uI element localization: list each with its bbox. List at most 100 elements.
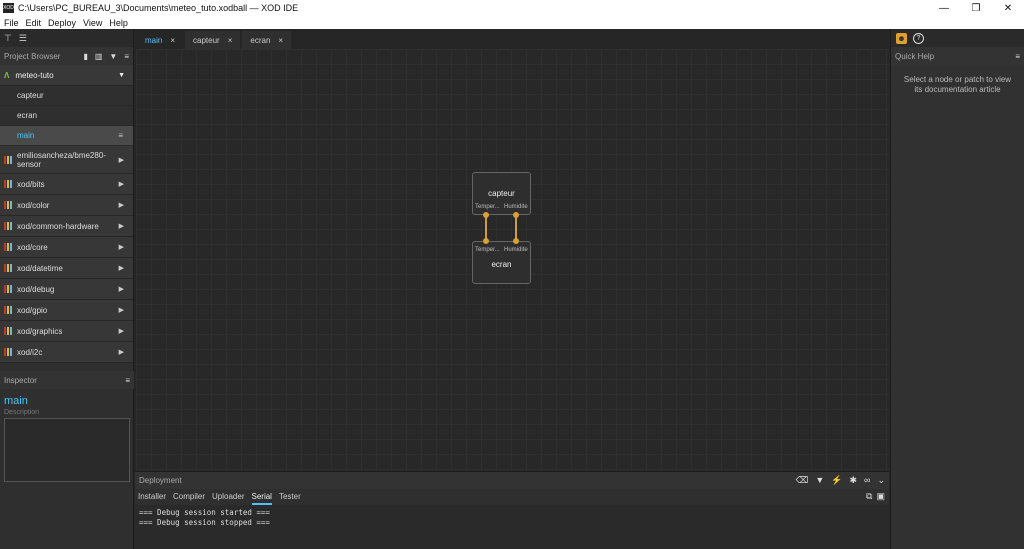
expand-arrow-icon[interactable]: ▶	[119, 327, 124, 335]
quick-help-title: Quick Help	[895, 51, 935, 61]
library-icon	[4, 264, 13, 272]
filter-icon[interactable]: ▼	[815, 475, 824, 486]
pin-label-humidite: Humidite	[504, 204, 528, 210]
library-item[interactable]: xod/bits ▶	[0, 174, 133, 195]
description-label: Description	[4, 409, 40, 416]
expand-arrow-icon[interactable]: ▶	[119, 222, 124, 230]
library-item[interactable]: xod/datetime ▶	[0, 258, 133, 279]
window-title: C:\Users\PC_BUREAU_3\Documents\meteo_tut…	[18, 3, 299, 13]
menu-view[interactable]: View	[83, 18, 102, 28]
menu-file[interactable]: File	[4, 18, 19, 28]
library-item[interactable]: xod/graphics ▶	[0, 321, 133, 342]
left-sidebar: ⊤ ☰ Project Browser ▮ ▥ ▼ ≡ Λ meteo-tuto…	[0, 29, 134, 549]
new-patch-icon[interactable]: ▮	[83, 52, 87, 61]
panel-menu-icon[interactable]: ≡	[124, 52, 129, 61]
collapse-chevron-icon[interactable]: ⌄	[877, 475, 885, 486]
window-titlebar: XOD C:\Users\PC_BUREAU_3\Documents\meteo…	[0, 0, 1024, 16]
node-label: capteur	[488, 189, 515, 198]
input-pin[interactable]	[513, 238, 519, 244]
tab-uploader[interactable]: Uploader	[212, 489, 244, 505]
tab-compiler[interactable]: Compiler	[173, 489, 205, 505]
node-ecran[interactable]: ecran Temper... Humidite	[472, 241, 531, 284]
add-library-icon[interactable]: ▥	[95, 52, 103, 61]
expand-arrow-icon[interactable]: ▶	[119, 156, 124, 164]
deployment-header: Deployment ⌫ ▼ ⚡ ✱ ∞ ⌄	[135, 472, 889, 489]
quick-help-text: Select a node or patch to view its docum…	[903, 75, 1012, 94]
tab-main[interactable]: main ×	[137, 31, 184, 49]
expand-arrow-icon[interactable]: ▶	[119, 348, 124, 356]
patch-item-capteur[interactable]: capteur	[0, 86, 133, 106]
close-tab-icon[interactable]: ×	[228, 36, 233, 45]
library-item[interactable]: xod/i2c ▶	[0, 342, 133, 363]
copy-log-icon[interactable]: ⧉	[866, 491, 872, 502]
expand-arrow-icon[interactable]: ▶	[119, 285, 124, 293]
project-tree-icon[interactable]: ⊤	[4, 33, 12, 43]
library-icon	[4, 306, 13, 314]
library-icon	[4, 285, 13, 293]
expand-arrow-icon[interactable]: ▶	[119, 180, 124, 188]
library-item[interactable]: xod/gpio ▶	[0, 300, 133, 321]
project-item[interactable]: Λ meteo-tuto ▼	[0, 65, 133, 86]
quick-help-menu-icon[interactable]: ≡	[1015, 52, 1020, 61]
menu-bar: File Edit Deploy View Help	[0, 16, 1024, 29]
settings-sliders-icon[interactable]: ☰	[19, 33, 27, 43]
patch-item-ecran[interactable]: ecran	[0, 106, 133, 126]
output-pin[interactable]	[513, 212, 519, 218]
clear-log-icon[interactable]: ⌫	[796, 475, 809, 486]
user-icon[interactable]: ☻	[896, 32, 907, 44]
inspector-panel: Inspector ≡ main Description	[0, 371, 134, 484]
filter-icon[interactable]: ▼	[109, 52, 117, 61]
close-window-button[interactable]: ✕	[992, 0, 1024, 16]
inspector-patch-name: main	[4, 395, 28, 407]
library-icon	[4, 222, 13, 230]
expand-arrow-icon[interactable]: ▶	[119, 306, 124, 314]
help-icon[interactable]: ?	[913, 32, 924, 44]
console-line: === Debug session started ===	[139, 508, 270, 517]
pin-label-humidite: Humidite	[504, 247, 528, 253]
right-sidebar: ☻ ? Quick Help ≡ Select a node or patch …	[890, 29, 1024, 549]
deployment-title: Deployment	[139, 476, 182, 485]
output-pin[interactable]	[483, 212, 489, 218]
node-capteur[interactable]: capteur Temper... Humidite	[472, 172, 531, 215]
patch-canvas[interactable]: capteur Temper... Humidite ecran Temper.…	[136, 49, 889, 471]
menu-edit[interactable]: Edit	[26, 18, 42, 28]
input-pin[interactable]	[483, 238, 489, 244]
project-browser-title: Project Browser	[4, 51, 61, 61]
close-tab-icon[interactable]: ×	[278, 36, 283, 45]
link-icon[interactable]: ∞	[864, 475, 870, 486]
inspector-menu-icon[interactable]: ≡	[125, 376, 130, 385]
save-log-icon[interactable]: ▣	[876, 491, 885, 502]
collapse-caret-icon[interactable]: ▼	[118, 72, 125, 79]
tab-ecran[interactable]: ecran ×	[242, 31, 292, 49]
patch-menu-icon[interactable]: ≡	[118, 131, 123, 140]
upload-flash-icon[interactable]: ⚡	[831, 475, 842, 486]
menu-help[interactable]: Help	[109, 18, 128, 28]
project-browser-header: Project Browser ▮ ▥ ▼ ≡	[0, 47, 133, 65]
close-tab-icon[interactable]: ×	[170, 36, 175, 45]
tab-capteur[interactable]: capteur ×	[185, 31, 241, 49]
library-icon	[4, 243, 13, 251]
xod-app-icon: XOD	[3, 3, 14, 13]
tab-tester[interactable]: Tester	[279, 489, 301, 505]
library-item[interactable]: xod/core ▶	[0, 237, 133, 258]
expand-arrow-icon[interactable]: ▶	[119, 243, 124, 251]
project-name: meteo-tuto	[15, 70, 54, 80]
library-icon	[4, 327, 13, 335]
expand-arrow-icon[interactable]: ▶	[119, 201, 124, 209]
tab-serial[interactable]: Serial	[251, 489, 272, 505]
tab-installer[interactable]: Installer	[138, 489, 166, 505]
deployment-panel: Deployment ⌫ ▼ ⚡ ✱ ∞ ⌄ Installer Compile…	[135, 471, 889, 549]
minimize-button[interactable]: —	[928, 0, 960, 16]
library-item[interactable]: xod/debug ▶	[0, 279, 133, 300]
library-item[interactable]: xod/common-hardware ▶	[0, 216, 133, 237]
description-textarea[interactable]	[4, 418, 130, 482]
library-icon	[4, 155, 13, 164]
library-item[interactable]: emiliosancheza/bme280-sensor ▶	[0, 146, 133, 174]
restore-button[interactable]: ❐	[960, 0, 992, 16]
patch-item-main[interactable]: main ≡	[0, 126, 133, 146]
expand-arrow-icon[interactable]: ▶	[119, 264, 124, 272]
library-item[interactable]: xod/color ▶	[0, 195, 133, 216]
pin-label-temperature: Temper...	[475, 204, 500, 210]
menu-deploy[interactable]: Deploy	[48, 18, 76, 28]
debug-bug-icon[interactable]: ✱	[849, 475, 857, 486]
